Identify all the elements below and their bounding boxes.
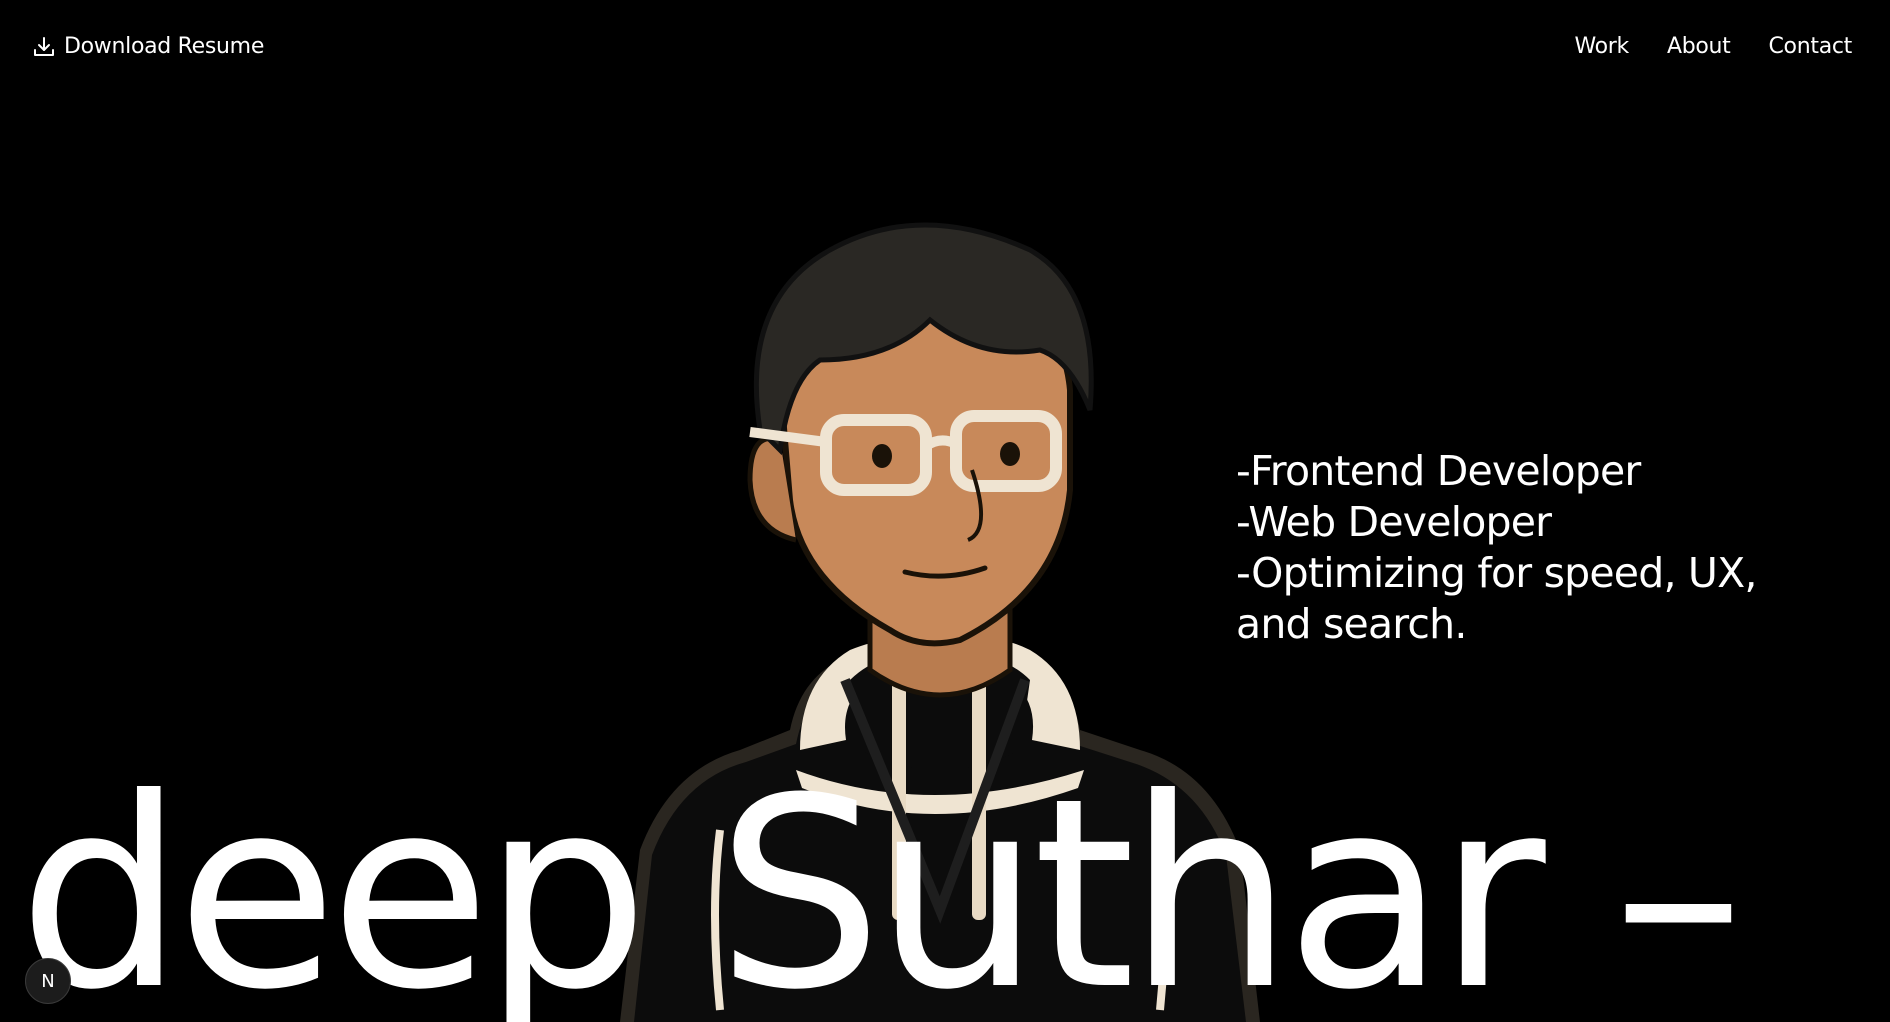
role-line-optimizing: -Optimizing for speed, UX, and search. (1236, 549, 1757, 648)
role-line-frontend: -Frontend Developer (1236, 447, 1641, 495)
role-tagline: -Frontend Developer -Web Developer -Opti… (1236, 446, 1836, 650)
download-resume-label: Download Resume (64, 34, 265, 59)
name-marquee: deep Suthar – (18, 742, 1744, 1022)
top-bar: Download Resume Work About Contact (0, 0, 1890, 100)
main-nav: Work About Contact (1574, 34, 1852, 59)
nav-contact-link[interactable]: Contact (1769, 34, 1853, 59)
n-logo-badge[interactable]: N (25, 958, 71, 1004)
nav-about-link[interactable]: About (1667, 34, 1731, 59)
portfolio-page: Download Resume Work About Contact -Fron… (0, 0, 1890, 1022)
download-resume-link[interactable]: Download Resume (32, 34, 264, 59)
nav-work-link[interactable]: Work (1574, 34, 1629, 59)
role-line-web: -Web Developer (1236, 498, 1552, 546)
download-icon (32, 35, 56, 59)
